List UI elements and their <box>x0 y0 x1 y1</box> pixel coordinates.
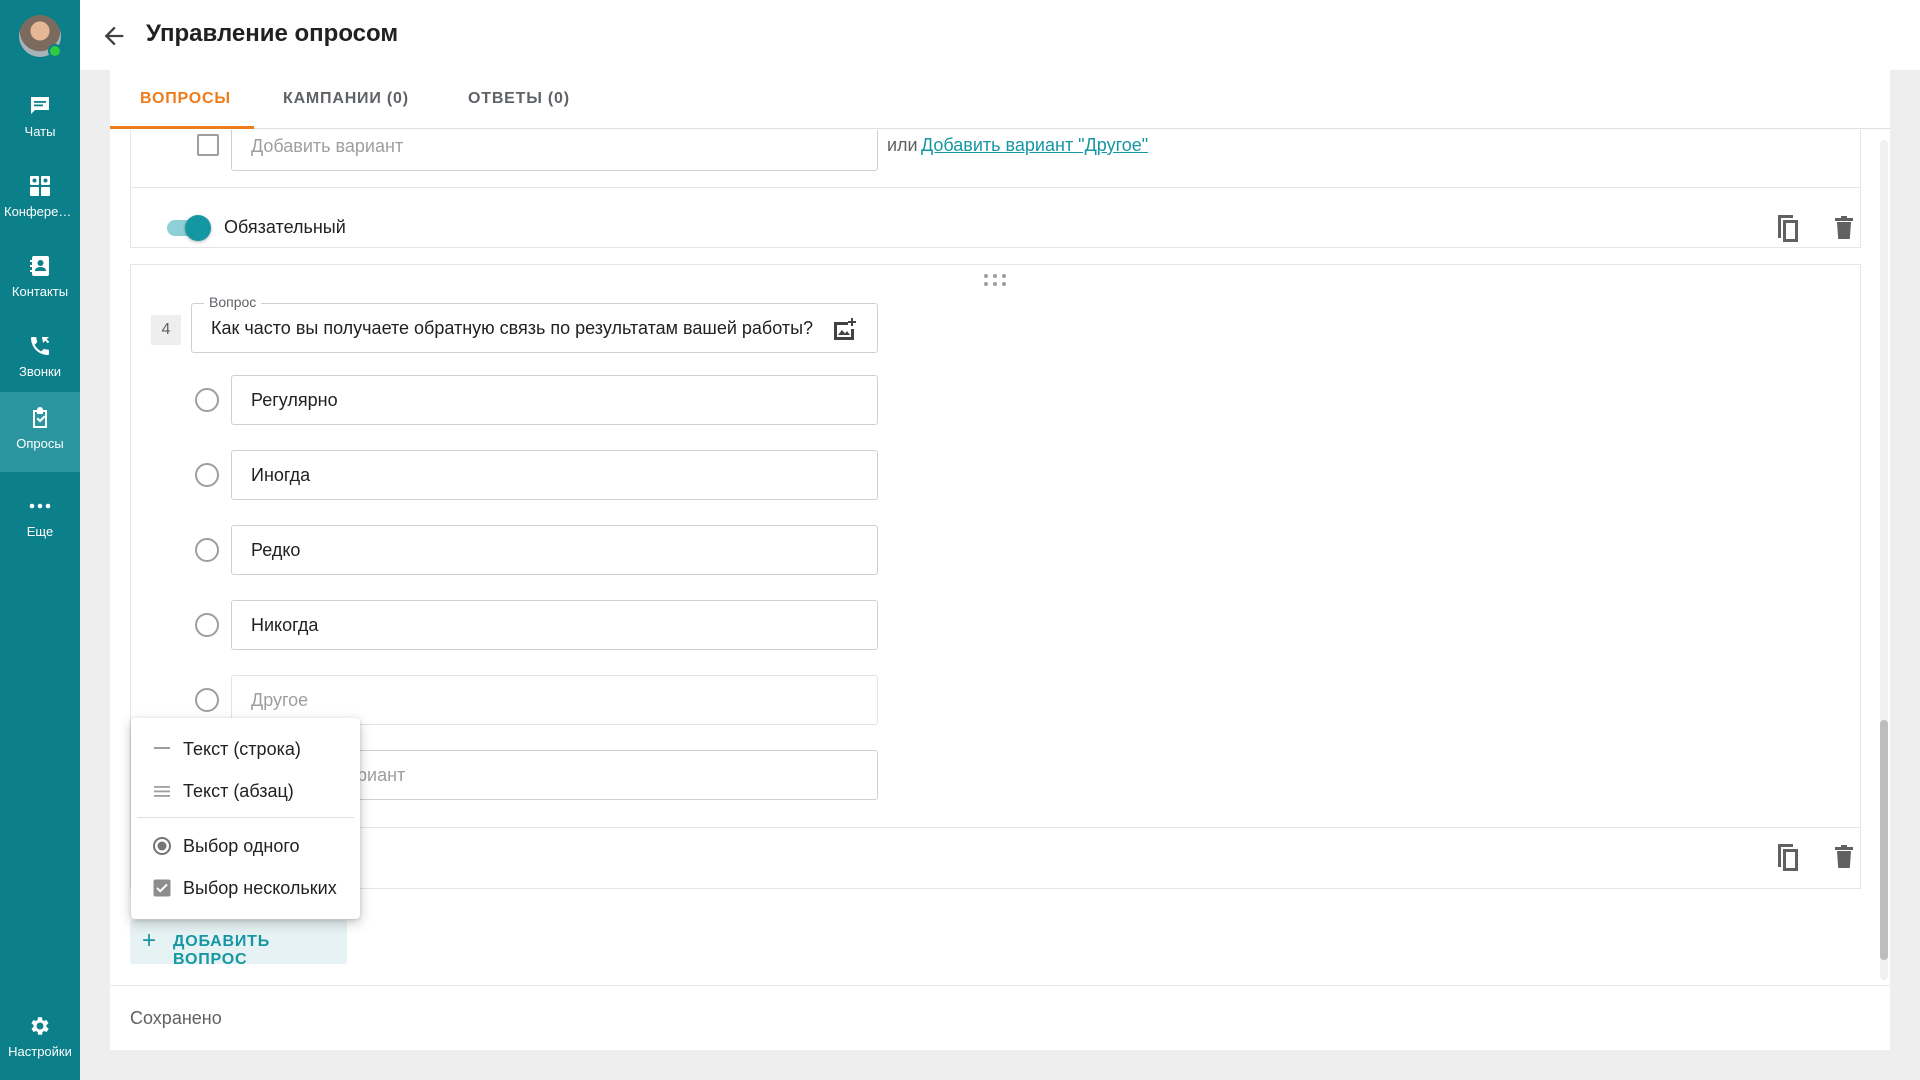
conference-icon <box>30 176 50 196</box>
menu-divider <box>137 817 354 818</box>
option-radio <box>195 688 219 712</box>
questions-scroll-area: Добавить вариант или Добавить вариант "Д… <box>110 130 1890 1043</box>
surveys-icon <box>33 407 47 428</box>
contacts-icon <box>30 256 49 276</box>
checkbox-icon <box>153 879 171 897</box>
radio-icon <box>153 837 171 855</box>
duplicate-button[interactable] <box>1768 208 1808 248</box>
trash-icon <box>1835 845 1853 868</box>
tab-campaigns[interactable]: КАМПАНИИ (0) <box>283 90 409 108</box>
question-card-3: Добавить вариант или Добавить вариант "Д… <box>130 130 1861 248</box>
tab-bar: ВОПРОСЫ КАМПАНИИ (0) ОТВЕТЫ (0) <box>110 70 1890 129</box>
duplicate-button[interactable] <box>1768 837 1808 877</box>
menu-item-label: Текст (абзац) <box>183 781 294 801</box>
question-number: 4 <box>151 315 181 345</box>
trash-icon <box>1835 216 1853 239</box>
online-status-indicator <box>48 44 62 58</box>
chat-icon <box>31 97 49 114</box>
required-toggle-knob <box>185 215 211 241</box>
paragraph-icon <box>154 786 170 797</box>
plus-icon: + <box>142 927 157 954</box>
question-text-field[interactable]: Вопрос Как часто вы получаете обратную с… <box>191 294 878 353</box>
option-input-3[interactable]: Редко <box>231 525 878 575</box>
sidebar: Чаты Конференции Контакты Звонки Опросы … <box>0 0 80 1080</box>
card-divider <box>131 187 1860 188</box>
tab-questions[interactable]: ВОПРОСЫ <box>140 90 231 108</box>
required-label: Обязательный <box>224 217 346 237</box>
sidebar-item-label: Звонки <box>19 364 61 379</box>
sidebar-item-contacts[interactable]: Контакты <box>0 240 80 320</box>
sidebar-item-label: Контакты <box>11 284 69 299</box>
option-input-2[interactable]: Иногда <box>231 450 878 500</box>
sidebar-item-calls[interactable]: Звонки <box>0 320 80 400</box>
or-text: или <box>887 135 918 155</box>
status-bar: Сохранено <box>110 985 1890 1050</box>
sidebar-item-more[interactable]: Еще <box>0 480 80 560</box>
add-option-placeholder: риант <box>357 765 406 785</box>
question-text: Как часто вы получаете обратную связь по… <box>211 318 814 338</box>
sidebar-item-label: Конференции <box>4 204 80 219</box>
gear-icon <box>31 1017 49 1035</box>
delete-button[interactable] <box>1824 208 1864 248</box>
question-type-menu: Текст (строка) Текст (абзац) Выбор одног… <box>131 718 360 919</box>
delete-button[interactable] <box>1824 837 1864 877</box>
option-input-1[interactable]: Регулярно <box>231 375 878 425</box>
menu-item-paragraph[interactable]: Текст (абзац) <box>131 770 360 812</box>
tab-answers[interactable]: ОТВЕТЫ (0) <box>468 90 570 108</box>
card-divider <box>131 827 1860 828</box>
sidebar-item-settings[interactable]: Настройки <box>0 1000 80 1080</box>
menu-item-label: Текст (строка) <box>183 739 301 759</box>
menu-item-label: Выбор одного <box>183 836 300 856</box>
user-avatar[interactable] <box>19 15 62 58</box>
short-text-icon <box>154 747 170 749</box>
question-field-legend: Вопрос <box>204 294 262 310</box>
page-title: Управление опросом <box>146 20 399 47</box>
copy-icon <box>1778 215 1798 242</box>
scrollbar[interactable] <box>1880 140 1888 980</box>
sidebar-item-label: Чаты <box>24 124 56 139</box>
sidebar-item-label: Настройки <box>8 1044 72 1059</box>
option-radio <box>195 388 219 412</box>
sidebar-item-label: Еще <box>26 524 54 539</box>
add-option-input[interactable]: Добавить вариант <box>231 130 878 171</box>
menu-item-label: Выбор нескольких <box>183 878 337 898</box>
scrollbar-thumb[interactable] <box>1880 720 1888 960</box>
calls-icon <box>31 337 50 355</box>
menu-item-multiple-choice[interactable]: Выбор нескольких <box>131 867 360 909</box>
sidebar-item-surveys[interactable]: Опросы <box>0 392 80 472</box>
menu-item-single-choice[interactable]: Выбор одного <box>131 825 360 867</box>
more-icon <box>29 503 51 509</box>
option-radio <box>195 463 219 487</box>
sidebar-item-chats[interactable]: Чаты <box>0 80 80 160</box>
add-question-label: ДОБАВИТЬ ВОПРОС <box>173 933 271 968</box>
drag-handle-icon[interactable] <box>983 273 1007 287</box>
save-status-text: Сохранено <box>130 1008 222 1028</box>
add-image-icon[interactable] <box>832 316 858 342</box>
question-card-4: 4 Вопрос Как часто вы получаете обратную… <box>130 264 1861 889</box>
option-checkbox <box>197 134 219 156</box>
option-radio <box>195 613 219 637</box>
active-tab-indicator <box>110 126 254 129</box>
menu-item-short-text[interactable]: Текст (строка) <box>131 728 360 770</box>
add-question-button[interactable]: + ДОБАВИТЬ ВОПРОС <box>130 920 347 968</box>
option-input-4[interactable]: Никогда <box>231 600 878 650</box>
option-radio <box>195 538 219 562</box>
sidebar-item-conferences[interactable]: Конференции <box>0 160 80 240</box>
back-arrow-icon[interactable] <box>100 22 128 50</box>
copy-icon <box>1778 844 1798 871</box>
add-other-option-link[interactable]: Добавить вариант "Другое" <box>921 135 1148 156</box>
main-panel: ВОПРОСЫ КАМПАНИИ (0) ОТВЕТЫ (0) Добавить… <box>110 70 1890 1050</box>
sidebar-item-label: Опросы <box>16 436 64 451</box>
